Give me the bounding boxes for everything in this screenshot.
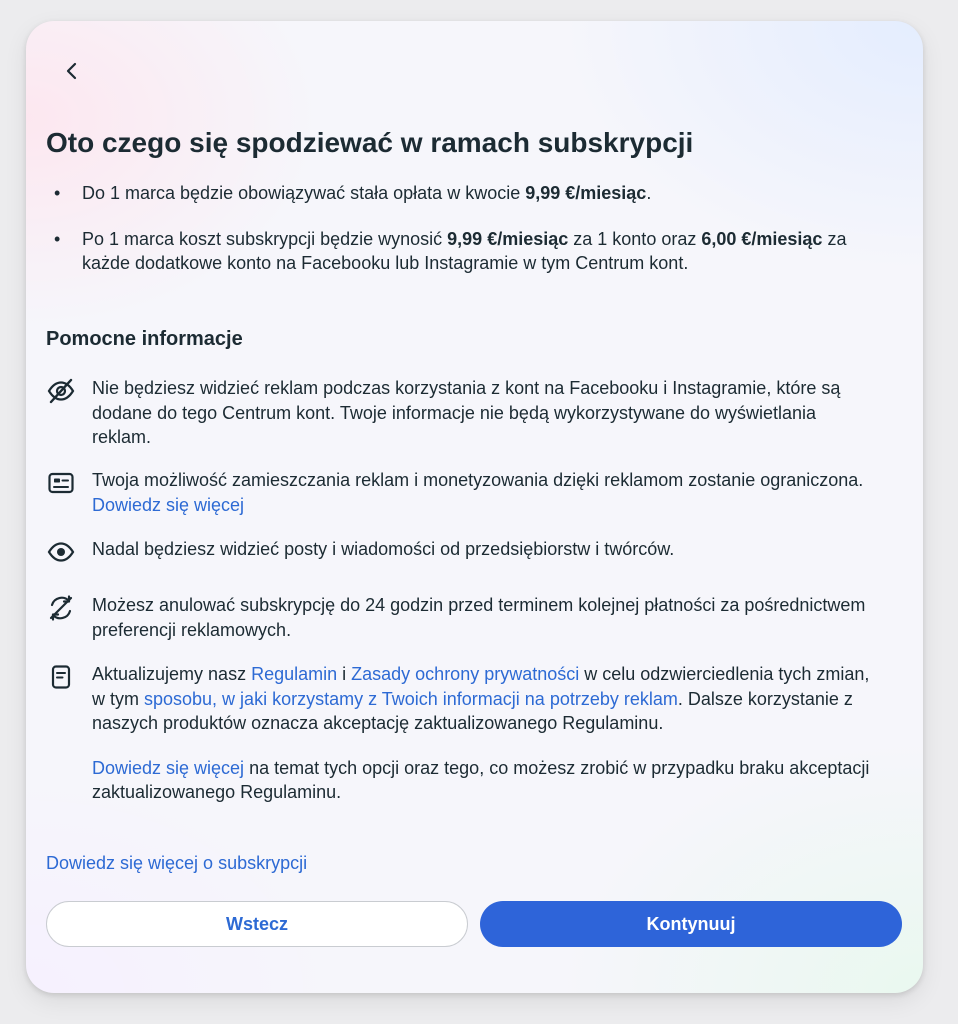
document-icon bbox=[46, 662, 76, 692]
learn-more-link[interactable]: Dowiedz się więcej bbox=[92, 758, 244, 778]
info-item-cancel: Możesz anulować subskrypcję do 24 godzin… bbox=[46, 593, 876, 642]
pricing-list: • Do 1 marca będzie obowiązywać stała op… bbox=[46, 181, 856, 276]
bullet-text: Po 1 marca koszt subskrypcji będzie wyno… bbox=[82, 228, 448, 249]
chevron-left-icon bbox=[66, 62, 77, 80]
price-text: 6,00 €/miesiąc bbox=[701, 228, 823, 249]
info-text: i bbox=[337, 664, 352, 684]
terms-link[interactable]: Regulamin bbox=[251, 664, 337, 684]
page-title: Oto czego się spodziewać w ramach subskr… bbox=[46, 127, 694, 158]
info-item-terms: Aktualizujemy nasz Regulamin i Zasady oc… bbox=[46, 662, 876, 805]
eye-slash-icon bbox=[46, 376, 76, 406]
bullet-text: . bbox=[646, 183, 652, 203]
privacy-policy-link[interactable]: Zasady ochrony prywatności bbox=[351, 664, 579, 684]
info-item-ad-limits: Twoja możliwość zamieszczania reklam i m… bbox=[46, 468, 876, 517]
price-text: 9,99 €/miesiąc bbox=[447, 228, 569, 249]
bullet-marker: • bbox=[54, 228, 61, 249]
bullet-marker: • bbox=[54, 183, 61, 203]
info-text: Nadal będziesz widzieć posty i wiadomośc… bbox=[92, 539, 675, 559]
list-item: • Po 1 marca koszt subskrypcji będzie wy… bbox=[46, 227, 856, 276]
info-text: Nie będziesz widzieć reklam podczas korz… bbox=[92, 378, 841, 447]
back-button[interactable]: Wstecz bbox=[46, 901, 468, 947]
info-item-no-ads: Nie będziesz widzieć reklam podczas korz… bbox=[46, 376, 876, 450]
section-heading: Pomocne informacje bbox=[46, 328, 243, 350]
info-text: Aktualizujemy nasz bbox=[92, 664, 252, 684]
subscription-dialog: Oto czego się spodziewać w ramach subskr… bbox=[26, 21, 923, 993]
eye-icon bbox=[46, 537, 76, 567]
subscription-info-link[interactable]: Dowiedz się więcej o subskrypcji bbox=[46, 851, 307, 875]
info-text: Twoja możliwość zamieszczania reklam i m… bbox=[92, 470, 864, 490]
cancel-renew-icon bbox=[46, 593, 76, 623]
bullet-text: za 1 konto oraz bbox=[568, 228, 702, 249]
back-arrow-button[interactable] bbox=[56, 55, 88, 87]
learn-more-link[interactable]: Dowiedz się więcej bbox=[92, 495, 244, 515]
info-item-posts: Nadal będziesz widzieć posty i wiadomośc… bbox=[46, 537, 876, 562]
list-item: • Do 1 marca będzie obowiązywać stała op… bbox=[46, 181, 856, 206]
ad-card-icon bbox=[46, 468, 76, 498]
bullet-text: Do 1 marca będzie obowiązywać stała opła… bbox=[82, 183, 526, 203]
continue-button[interactable]: Kontynuuj bbox=[480, 901, 902, 947]
ads-info-link[interactable]: sposobu, w jaki korzystamy z Twoich info… bbox=[144, 689, 678, 709]
price-text: 9,99 €/miesiąc bbox=[525, 183, 647, 203]
info-text: Możesz anulować subskrypcję do 24 godzin… bbox=[92, 595, 866, 640]
